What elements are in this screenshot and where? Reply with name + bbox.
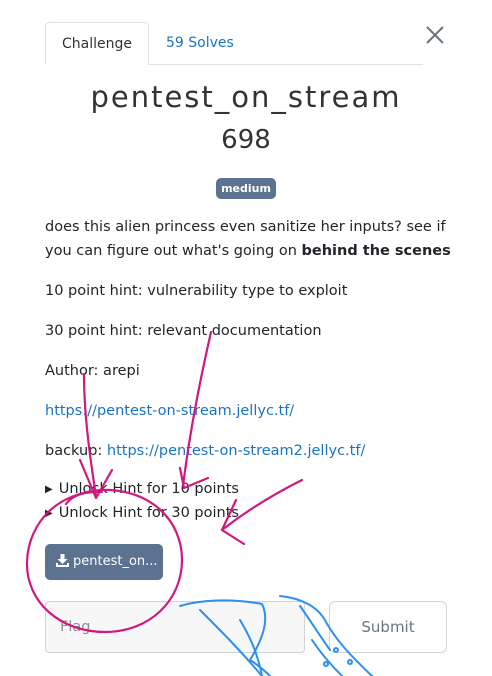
file-name: pentest_on... (73, 554, 158, 569)
unlock-hint-30[interactable]: ▶ Unlock Hint for 30 points (45, 505, 239, 521)
challenge-tabs: Challenge 59 Solves (45, 22, 423, 65)
difficulty-badge: medium (216, 178, 276, 199)
author: Author: arepi (45, 363, 140, 379)
unlock-hint-10-label: Unlock Hint for 10 points (58, 481, 239, 497)
challenge-description: does this alien princess even sanitize h… (45, 215, 455, 263)
description-bold: behind the scenes (301, 243, 451, 259)
annotation-arrow-1 (82, 372, 98, 498)
unlock-hint-10[interactable]: ▶ Unlock Hint for 10 points (45, 481, 239, 497)
backup-label: backup: (45, 443, 107, 459)
challenge-title: pentest_on_stream (90, 80, 402, 114)
unlock-hint-30-label: Unlock Hint for 30 points (58, 505, 239, 521)
challenge-link-row: https://pentest-on-stream.jellyc.tf/ (45, 399, 455, 423)
backup-link[interactable]: https://pentest-on-stream2.jellyc.tf/ (107, 443, 365, 459)
close-icon[interactable] (424, 24, 446, 46)
hint-30-description: 30 point hint: relevant documentation (45, 323, 322, 339)
backup-row: backup: https://pentest-on-stream2.jelly… (45, 439, 455, 463)
triangle-right-icon: ▶ (45, 508, 53, 519)
hint-10-description: 10 point hint: vulnerability type to exp… (45, 283, 348, 299)
download-file-button[interactable]: pentest_on... (45, 544, 163, 580)
flag-input[interactable]: Flag (45, 601, 305, 653)
submit-button[interactable]: Submit (329, 601, 447, 653)
tab-challenge[interactable]: Challenge (45, 22, 149, 65)
download-icon (56, 554, 69, 567)
tab-solves[interactable]: 59 Solves (150, 22, 250, 64)
challenge-link[interactable]: https://pentest-on-stream.jellyc.tf/ (45, 403, 294, 419)
challenge-value: 698 (221, 125, 271, 155)
triangle-right-icon: ▶ (45, 484, 53, 495)
